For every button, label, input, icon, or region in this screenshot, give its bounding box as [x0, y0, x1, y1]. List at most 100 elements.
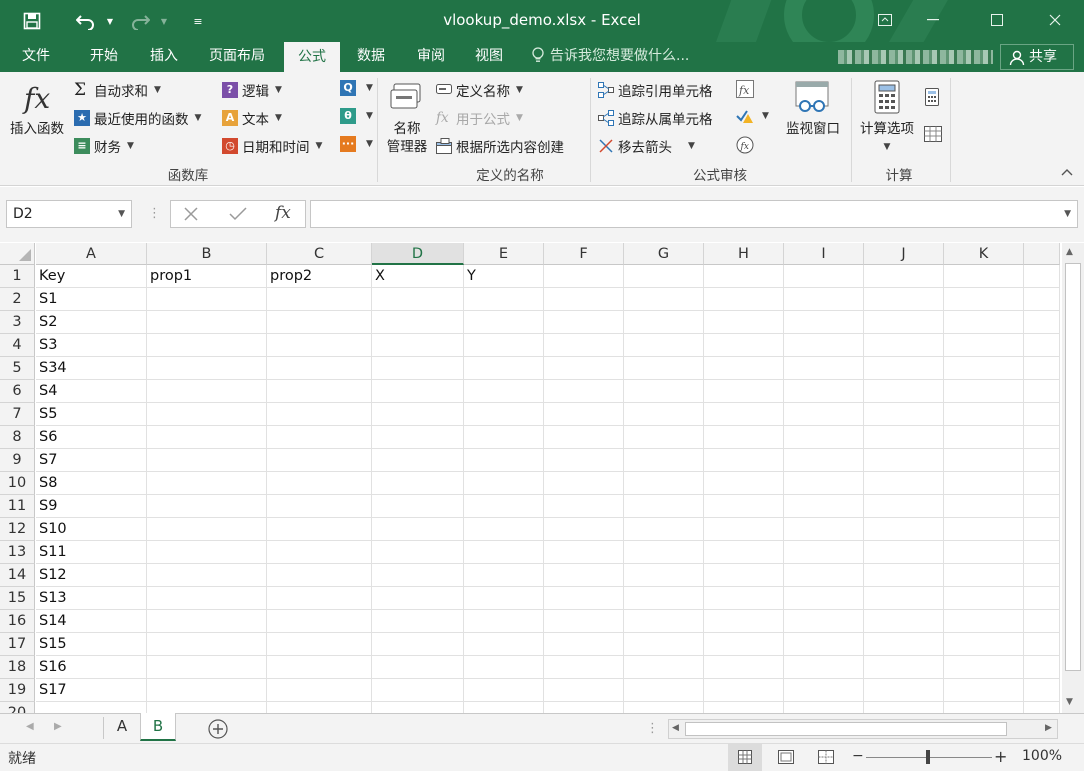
- cell-h14[interactable]: [704, 564, 784, 587]
- select-all-button[interactable]: [0, 243, 35, 265]
- cell-j19[interactable]: [864, 679, 944, 702]
- cell-b18[interactable]: [147, 656, 267, 679]
- row-header[interactable]: 9: [0, 449, 35, 472]
- column-header-e[interactable]: E: [464, 243, 544, 265]
- cell-f5[interactable]: [544, 357, 624, 380]
- cell-g9[interactable]: [624, 449, 704, 472]
- cell-i1[interactable]: [784, 265, 864, 288]
- cell-i14[interactable]: [784, 564, 864, 587]
- page-break-view-icon[interactable]: [818, 750, 834, 768]
- insert-function-icon[interactable]: fx: [22, 80, 56, 116]
- cell-a9[interactable]: S7: [36, 449, 147, 472]
- cell-k20[interactable]: [944, 702, 1024, 713]
- cell-i20[interactable]: [784, 702, 864, 713]
- cell-e18[interactable]: [464, 656, 544, 679]
- column-header-b[interactable]: B: [147, 243, 267, 265]
- cell-c16[interactable]: [267, 610, 372, 633]
- row-header[interactable]: 7: [0, 403, 35, 426]
- financial-button[interactable]: ≡ 财务 ▼: [74, 136, 134, 156]
- cell-e2[interactable]: [464, 288, 544, 311]
- cell-h3[interactable]: [704, 311, 784, 334]
- cell-c18[interactable]: [267, 656, 372, 679]
- cell-a19[interactable]: S17: [36, 679, 147, 702]
- cell-filler[interactable]: [1024, 403, 1060, 426]
- row-header[interactable]: 19: [0, 679, 35, 702]
- cell-c3[interactable]: [267, 311, 372, 334]
- cell-a12[interactable]: S10: [36, 518, 147, 541]
- row-header[interactable]: 16: [0, 610, 35, 633]
- cell-j3[interactable]: [864, 311, 944, 334]
- cell-a13[interactable]: S11: [36, 541, 147, 564]
- tab-page-layout[interactable]: 页面布局: [196, 42, 278, 72]
- cell-i18[interactable]: [784, 656, 864, 679]
- row-header[interactable]: 3: [0, 311, 35, 334]
- cell-h4[interactable]: [704, 334, 784, 357]
- autosum-button[interactable]: Σ 自动求和 ▼: [74, 80, 161, 101]
- cell-b13[interactable]: [147, 541, 267, 564]
- cell-j13[interactable]: [864, 541, 944, 564]
- cell-i19[interactable]: [784, 679, 864, 702]
- cell-j7[interactable]: [864, 403, 944, 426]
- share-button[interactable]: 共享: [1000, 44, 1074, 70]
- cell-d7[interactable]: [372, 403, 464, 426]
- cell-f8[interactable]: [544, 426, 624, 449]
- cell-i17[interactable]: [784, 633, 864, 656]
- cell-b7[interactable]: [147, 403, 267, 426]
- watch-window-icon[interactable]: [794, 80, 830, 116]
- cell-f10[interactable]: [544, 472, 624, 495]
- create-from-selection-button[interactable]: 根据所选内容创建: [436, 136, 564, 156]
- cell-g17[interactable]: [624, 633, 704, 656]
- cell-f17[interactable]: [544, 633, 624, 656]
- cell-d13[interactable]: [372, 541, 464, 564]
- row-header[interactable]: 5: [0, 357, 35, 380]
- next-sheet-icon[interactable]: ▶: [54, 721, 62, 732]
- cell-c20[interactable]: [267, 702, 372, 713]
- cell-j20[interactable]: [864, 702, 944, 713]
- cell-h20[interactable]: [704, 702, 784, 713]
- cell-i13[interactable]: [784, 541, 864, 564]
- account-name-blurred[interactable]: [838, 50, 993, 64]
- ribbon-display-options-icon[interactable]: [870, 8, 900, 32]
- cell-e6[interactable]: [464, 380, 544, 403]
- cell-h6[interactable]: [704, 380, 784, 403]
- cell-a1[interactable]: Key: [36, 265, 147, 288]
- cell-g13[interactable]: [624, 541, 704, 564]
- normal-view-button[interactable]: [728, 744, 762, 771]
- column-header-a[interactable]: A: [36, 243, 147, 265]
- zoom-in-icon[interactable]: +: [994, 747, 1007, 766]
- cell-f16[interactable]: [544, 610, 624, 633]
- cell-b9[interactable]: [147, 449, 267, 472]
- remove-arrows-button[interactable]: 移去箭头 ▼: [598, 136, 695, 156]
- cell-k13[interactable]: [944, 541, 1024, 564]
- cell-i7[interactable]: [784, 403, 864, 426]
- cell-d1[interactable]: X: [372, 265, 464, 288]
- cell-f2[interactable]: [544, 288, 624, 311]
- cell-b19[interactable]: [147, 679, 267, 702]
- cell-e4[interactable]: [464, 334, 544, 357]
- cell-c17[interactable]: [267, 633, 372, 656]
- dropdown-arrow-icon[interactable]: ▼: [118, 201, 125, 227]
- cell-k12[interactable]: [944, 518, 1024, 541]
- cell-filler[interactable]: [1024, 495, 1060, 518]
- date-time-button[interactable]: ◷ 日期和时间 ▼: [222, 136, 322, 156]
- cell-a2[interactable]: S1: [36, 288, 147, 311]
- name-manager-icon[interactable]: [388, 80, 426, 116]
- cell-d19[interactable]: [372, 679, 464, 702]
- row-header[interactable]: 20: [0, 702, 35, 713]
- cell-i11[interactable]: [784, 495, 864, 518]
- cell-j14[interactable]: [864, 564, 944, 587]
- cell-e19[interactable]: [464, 679, 544, 702]
- calculate-now-button[interactable]: [924, 88, 944, 106]
- cell-h8[interactable]: [704, 426, 784, 449]
- cell-f20[interactable]: [544, 702, 624, 713]
- cell-f11[interactable]: [544, 495, 624, 518]
- column-header-c[interactable]: C: [267, 243, 372, 265]
- expand-formula-bar-icon[interactable]: ▼: [1064, 209, 1071, 219]
- cell-a3[interactable]: S2: [36, 311, 147, 334]
- cell-h5[interactable]: [704, 357, 784, 380]
- cell-f15[interactable]: [544, 587, 624, 610]
- column-header-h[interactable]: H: [704, 243, 784, 265]
- cell-h18[interactable]: [704, 656, 784, 679]
- cell-a8[interactable]: S6: [36, 426, 147, 449]
- cell-g12[interactable]: [624, 518, 704, 541]
